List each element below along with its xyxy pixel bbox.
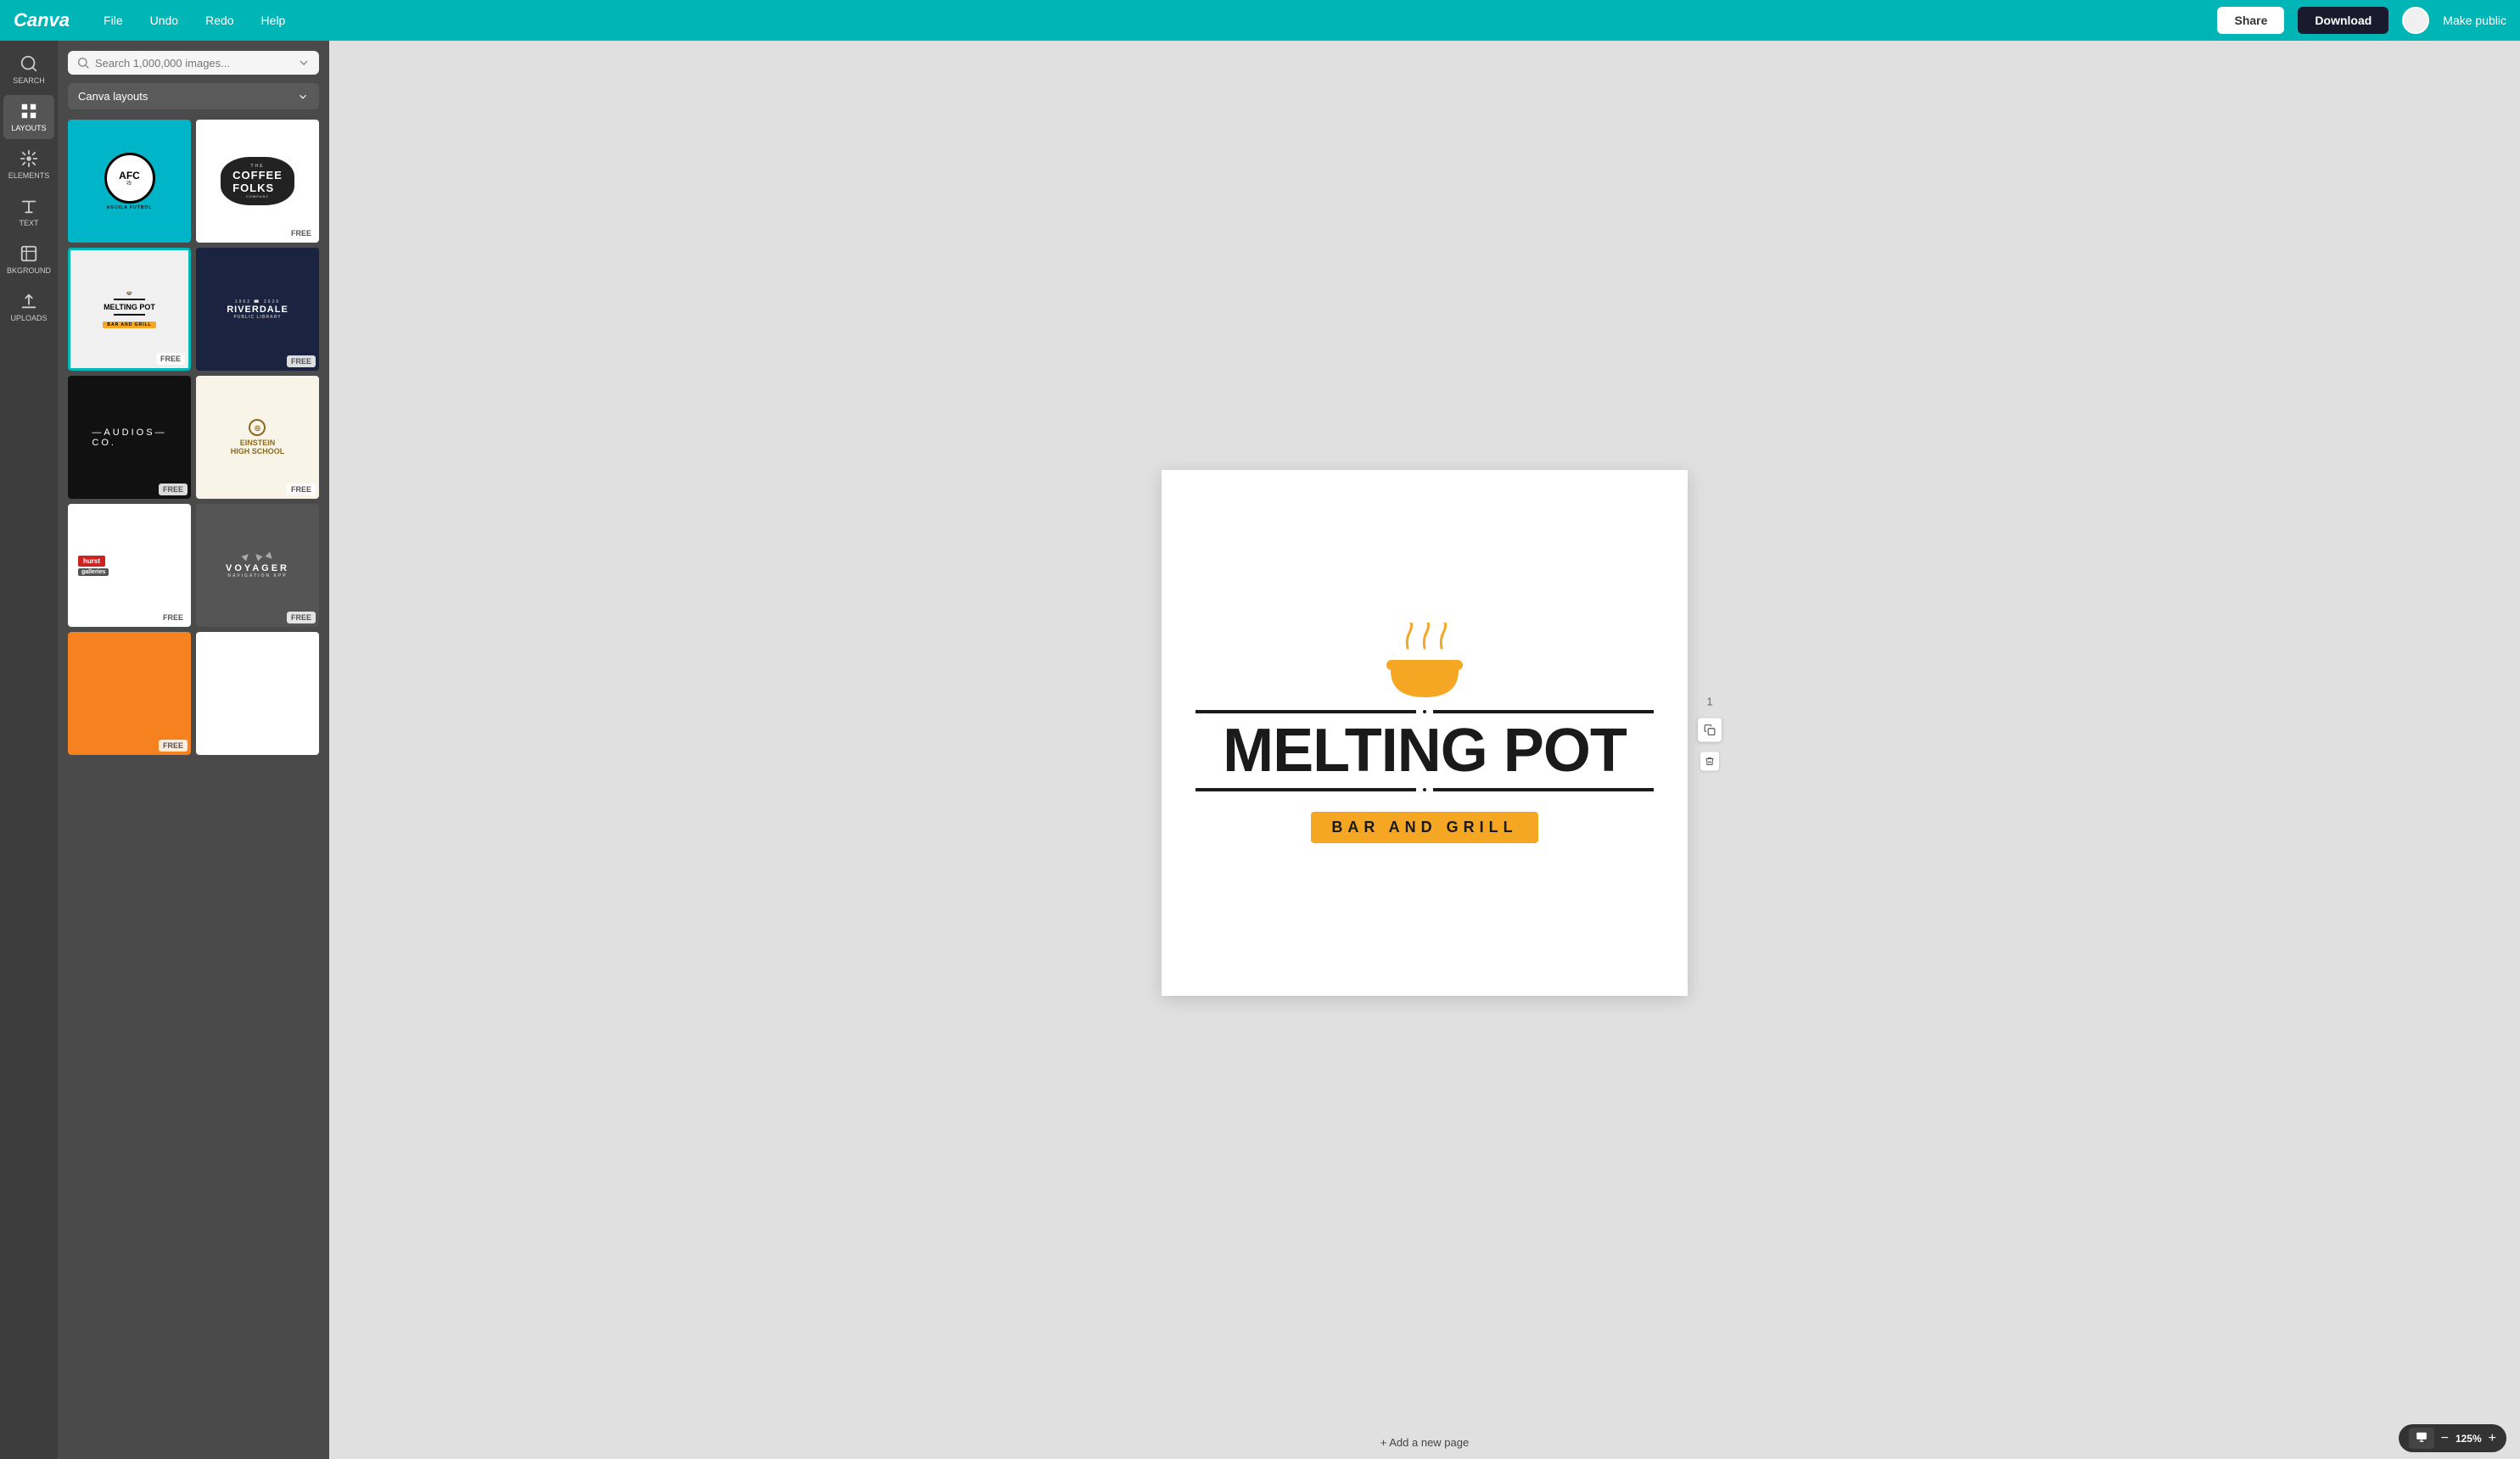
sidebar-label-text: TEXT: [19, 219, 38, 227]
make-public-button[interactable]: Make public: [2443, 14, 2506, 27]
logo: Canva: [14, 9, 70, 31]
steam-icon: [1391, 623, 1459, 653]
page-number: 1: [1706, 696, 1712, 708]
dropdown-chevron-icon: [297, 91, 309, 103]
zoom-controls: − 125% +: [2399, 1424, 2506, 1452]
sidebar-item-uploads[interactable]: UPLOADS: [3, 285, 54, 329]
template-afc[interactable]: AFC ⚽ AGUILA FUTBOL: [68, 120, 191, 243]
sidebar-label-layouts: LAYOUTS: [11, 124, 46, 132]
subtitle-text: BAR AND GRILL: [1331, 819, 1517, 836]
free-badge-riverdale: FREE: [287, 355, 316, 367]
free-badge-orange: FREE: [159, 740, 188, 752]
left-panel: Canva layouts AFC ⚽ AGUILA FUTBOL THE: [58, 41, 329, 1459]
template-einstein[interactable]: ◎ EINSTEINHIGH SCHOOL FREE: [196, 376, 319, 499]
canvas-area: MELTING POT BAR AND GRILL 1: [329, 41, 2520, 1425]
pot-icon: [1196, 623, 1654, 703]
menu-undo[interactable]: Undo: [143, 10, 185, 31]
dropdown-label: Canva layouts: [78, 90, 148, 103]
free-badge-voyager: FREE: [287, 612, 316, 623]
sidebar-label-elements: ELEMENTS: [8, 171, 50, 180]
zoom-out-button[interactable]: −: [2441, 1432, 2449, 1445]
menu-help[interactable]: Help: [255, 10, 293, 31]
template-white2[interactable]: [196, 632, 319, 755]
bowl-icon: [1382, 657, 1467, 699]
search-icon: [76, 56, 90, 70]
sidebar-item-background[interactable]: BKGROUND: [3, 238, 54, 282]
trash-icon: [1705, 757, 1715, 767]
add-page-button[interactable]: + Add a new page: [1380, 1436, 1469, 1449]
menu-redo[interactable]: Redo: [199, 10, 240, 31]
free-badge-hurst: FREE: [159, 612, 188, 623]
free-badge-audios: FREE: [159, 484, 188, 495]
copy-icon: [1704, 724, 1716, 736]
menu-file[interactable]: File: [97, 10, 130, 31]
template-audios[interactable]: —AUDIOS—CO. FREE: [68, 376, 191, 499]
template-orange[interactable]: FREE: [68, 632, 191, 755]
template-riverdale[interactable]: 1962 📖 2020 RIVERDALE PUBLIC LIBRARY FRE…: [196, 248, 319, 371]
canvas-wrap: MELTING POT BAR AND GRILL 1: [1162, 470, 1688, 996]
bottom-bar: + Add a new page: [329, 1425, 2520, 1459]
sidebar-label-background: BKGROUND: [7, 266, 51, 275]
template-melting[interactable]: 🍲 MELTING POT BAR AND GRILL FREE: [68, 248, 191, 371]
chevron-down-icon: [297, 56, 311, 70]
present-button[interactable]: [2409, 1428, 2434, 1449]
design-content: MELTING POT BAR AND GRILL: [1162, 589, 1688, 877]
template-voyager[interactable]: VOYAGER NAVIGATION APP FREE: [196, 504, 319, 627]
topbar: Canva File Undo Redo Help Share Download…: [0, 0, 2520, 41]
layout-dropdown[interactable]: Canva layouts: [68, 83, 319, 109]
sidebar-icons: SEARCH LAYOUTS ELEMENTS TEXT BKGROUND UP…: [0, 41, 58, 1459]
copy-page-button[interactable]: [1698, 718, 1722, 742]
delete-page-button[interactable]: [1700, 752, 1719, 771]
avatar[interactable]: [2402, 7, 2429, 34]
share-button[interactable]: Share: [2217, 7, 2284, 34]
free-badge-coffee: FREE: [287, 227, 316, 239]
sidebar-item-text[interactable]: TEXT: [3, 190, 54, 234]
free-badge-einstein: FREE: [287, 484, 316, 495]
free-badge-melting: FREE: [156, 353, 185, 365]
sidebar-label-uploads: UPLOADS: [10, 314, 47, 322]
search-wrap: [68, 51, 319, 75]
main-title: MELTING POT: [1196, 720, 1654, 781]
canvas[interactable]: MELTING POT BAR AND GRILL: [1162, 470, 1688, 996]
page-controls: 1: [1698, 696, 1722, 771]
present-icon: [2416, 1431, 2428, 1443]
sidebar-item-search[interactable]: SEARCH: [3, 48, 54, 92]
download-button[interactable]: Download: [2298, 7, 2388, 34]
subtitle-bar: BAR AND GRILL: [1311, 812, 1537, 843]
sidebar-label-search: SEARCH: [13, 76, 45, 85]
template-coffee[interactable]: THE COFFEEFOLKS COMPANY FREE: [196, 120, 319, 243]
template-hurst[interactable]: hurst galleries FREE: [68, 504, 191, 627]
search-input[interactable]: [95, 57, 297, 70]
sidebar-item-layouts[interactable]: LAYOUTS: [3, 95, 54, 139]
zoom-in-button[interactable]: +: [2489, 1432, 2496, 1445]
templates-grid: AFC ⚽ AGUILA FUTBOL THE COFFEEFOLKS COMP…: [68, 120, 319, 755]
zoom-level: 125%: [2456, 1433, 2482, 1445]
sidebar-item-elements[interactable]: ELEMENTS: [3, 143, 54, 187]
